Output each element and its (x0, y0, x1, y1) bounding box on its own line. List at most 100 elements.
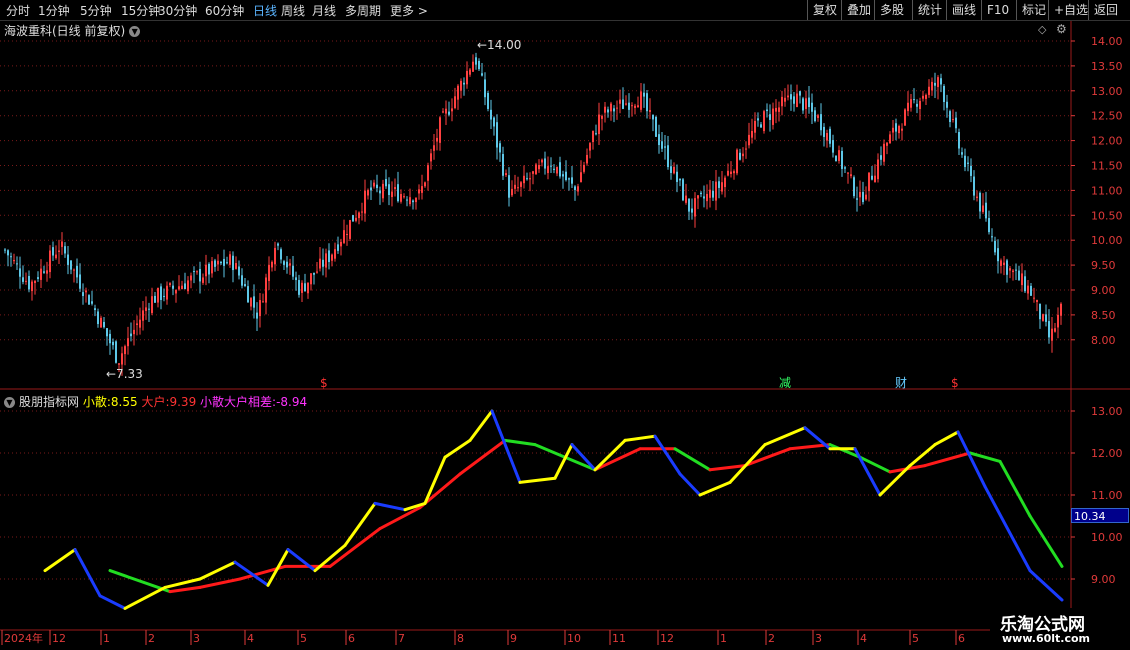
candle-body (865, 194, 867, 200)
indicator-axis-label: 9.00 (1091, 573, 1116, 586)
candle-body (691, 208, 693, 213)
candle-body (337, 244, 339, 251)
small-line-segment (198, 560, 237, 581)
candle-body (271, 261, 273, 268)
candle-body (688, 198, 690, 212)
event-marker: $ (951, 376, 959, 390)
price-axis-label: 9.00 (1091, 284, 1116, 297)
candle-body (259, 300, 261, 317)
candle-body (253, 296, 255, 308)
candle-body (970, 165, 972, 176)
candle-body (1024, 276, 1026, 292)
candle-body (121, 353, 123, 365)
candle-body (646, 93, 648, 112)
small-line-segment (98, 594, 127, 610)
candle-body (802, 98, 804, 111)
candle-body (1012, 270, 1014, 273)
candle-body (1060, 303, 1062, 316)
candle-body (460, 80, 462, 91)
candle-body (418, 189, 420, 194)
date-label: 7 (398, 632, 405, 645)
candle-body (457, 85, 459, 100)
indicator-axis-label: 12.00 (1091, 447, 1123, 460)
small-line-segment (623, 434, 657, 442)
candle-body (649, 110, 651, 112)
date-label: 11 (612, 632, 626, 645)
date-label: 1 (720, 632, 727, 645)
candle-body (307, 282, 309, 294)
candle-body (433, 145, 435, 151)
small-line-segment (343, 501, 377, 547)
candle-body (631, 105, 633, 107)
candle-body (400, 194, 402, 202)
candle-body (874, 175, 876, 183)
candle-body (577, 186, 579, 192)
candle-body (355, 217, 357, 221)
candle-body (829, 128, 831, 144)
candle-body (70, 260, 72, 270)
small-line-segment (518, 476, 557, 484)
candle-body (601, 115, 603, 119)
price-axis-label: 9.50 (1091, 259, 1116, 272)
candle-body (1057, 314, 1059, 328)
candle-body (205, 264, 207, 277)
candle-body (895, 123, 897, 132)
candle-body (304, 283, 306, 292)
candle-body (313, 272, 315, 275)
candle-body (997, 248, 999, 262)
candle-body (535, 164, 537, 175)
candle-body (955, 117, 957, 129)
candle-body (775, 107, 777, 112)
candle-body (37, 277, 39, 279)
candle-body (943, 86, 945, 103)
small-line-segment (123, 585, 167, 610)
candle-body (202, 277, 204, 283)
candle-body (946, 101, 948, 108)
date-label: 12 (660, 632, 674, 645)
candle-body (904, 109, 906, 126)
candle-body (679, 178, 681, 181)
candle-body (814, 110, 816, 122)
candle-body (247, 286, 249, 303)
small-line-segment (553, 443, 574, 480)
candle-body (589, 143, 591, 151)
candle-body (277, 243, 279, 246)
date-label: 12 (52, 632, 66, 645)
candle-body (607, 109, 609, 113)
candle-body (625, 103, 627, 105)
candle-body (109, 333, 111, 344)
candle-body (673, 166, 675, 174)
candle-body (544, 158, 546, 169)
date-label: 2 (148, 632, 155, 645)
candle-body (379, 190, 381, 194)
candle-body (319, 258, 321, 269)
big-line-segment (708, 464, 747, 472)
candle-body (595, 133, 597, 135)
candle-body (280, 249, 282, 260)
candle-body (289, 263, 291, 266)
big-line-segment (533, 443, 567, 459)
candle-body (502, 154, 504, 176)
candle-body (481, 73, 483, 76)
candle-body (991, 236, 993, 238)
candle-body (919, 100, 921, 110)
candle-body (523, 175, 525, 184)
date-label: 4 (247, 632, 254, 645)
candle-body (238, 266, 240, 276)
candle-body (751, 131, 753, 138)
candle-body (1021, 273, 1023, 286)
candle-body (511, 188, 513, 196)
big-line-segment (673, 447, 712, 472)
candle-body (667, 145, 669, 168)
candle-body (463, 82, 465, 85)
watermark: 乐淘公式网 www.60lt.com (990, 608, 1130, 650)
candle-body (1030, 285, 1032, 296)
chart-canvas[interactable]: 14.00 13.50 13.00 12.50 12.00 11.50 11.00 10.50… (0, 0, 1130, 650)
candle-body (64, 246, 66, 254)
candle-body (7, 250, 9, 256)
date-label: 4 (860, 632, 867, 645)
candle-body (787, 95, 789, 98)
big-line-segment (593, 447, 642, 472)
candle-body (709, 189, 711, 198)
candle-body (106, 328, 108, 337)
